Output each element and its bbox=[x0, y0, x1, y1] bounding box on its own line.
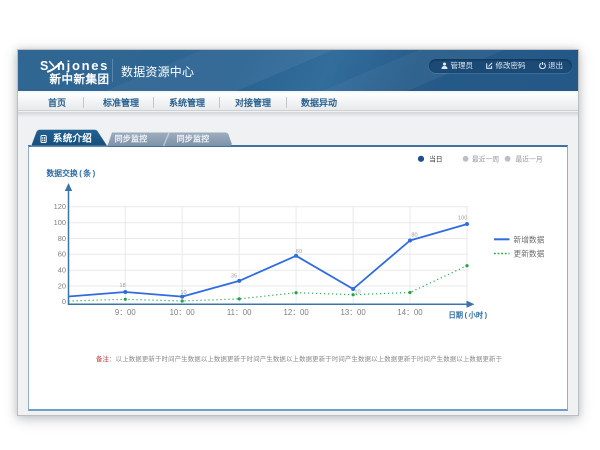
svg-text:0: 0 bbox=[62, 297, 66, 306]
svg-text:120: 120 bbox=[54, 202, 66, 211]
svg-text:数据交换(条): 数据交换(条) bbox=[47, 168, 96, 178]
svg-text:60: 60 bbox=[58, 250, 66, 259]
svg-text:11：00: 11：00 bbox=[227, 308, 252, 317]
svg-text:14：00: 14：00 bbox=[397, 308, 423, 317]
svg-text:18: 18 bbox=[119, 283, 125, 289]
svg-text:35: 35 bbox=[231, 273, 237, 279]
svg-text:日期(小时): 日期(小时) bbox=[449, 311, 488, 320]
svg-text:10: 10 bbox=[354, 290, 360, 296]
svg-text:100: 100 bbox=[458, 216, 467, 222]
svg-text:20: 20 bbox=[58, 281, 66, 290]
svg-text:当日: 当日 bbox=[429, 154, 443, 163]
svg-text:13：00: 13：00 bbox=[341, 308, 367, 317]
svg-text:80: 80 bbox=[411, 233, 417, 239]
svg-text:9：00: 9：00 bbox=[115, 308, 136, 317]
svg-text:最近一月: 最近一月 bbox=[516, 154, 543, 163]
svg-text:100: 100 bbox=[54, 218, 66, 227]
svg-text:12：00: 12：00 bbox=[284, 308, 310, 317]
svg-text:40: 40 bbox=[58, 266, 66, 275]
svg-text:新增数据: 新增数据 bbox=[514, 234, 545, 244]
svg-text:更新数据: 更新数据 bbox=[514, 249, 545, 259]
svg-text:最近一周: 最近一周 bbox=[472, 154, 499, 163]
svg-text:80: 80 bbox=[58, 234, 66, 243]
svg-text:10：00: 10：00 bbox=[170, 308, 196, 317]
svg-text:10: 10 bbox=[180, 290, 186, 296]
svg-text:60: 60 bbox=[296, 249, 302, 255]
